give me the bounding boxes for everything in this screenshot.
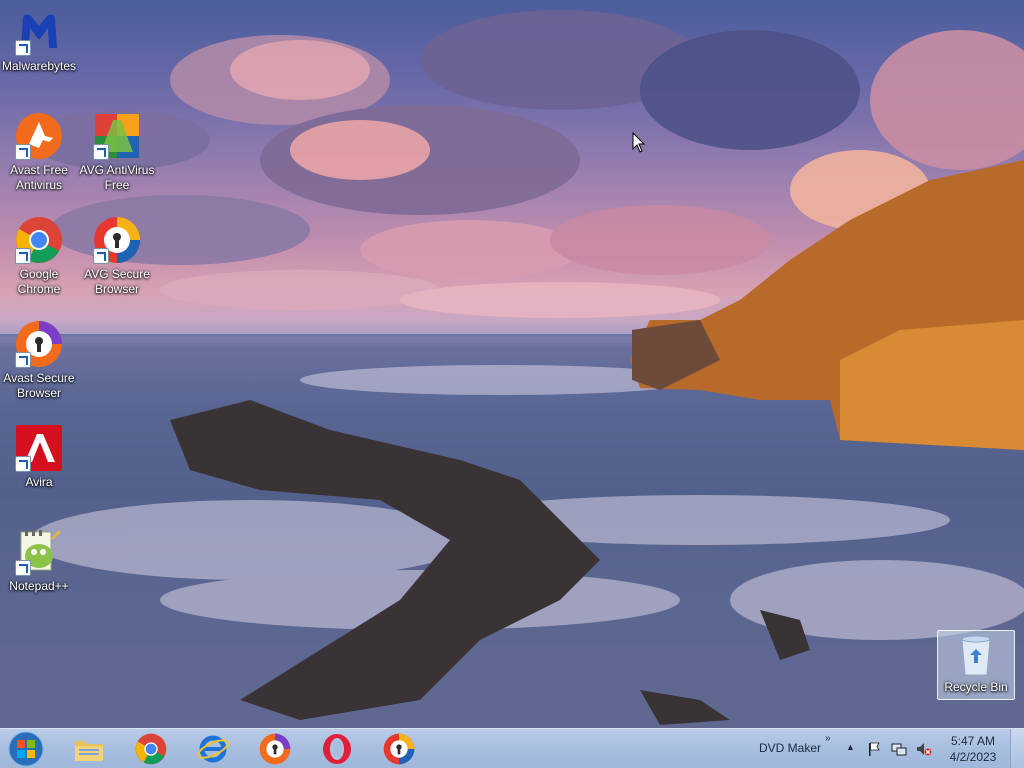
toolbar-chevron[interactable]: » bbox=[825, 733, 831, 744]
flag-icon[interactable] bbox=[866, 741, 882, 757]
show-desktop-button[interactable] bbox=[1010, 729, 1024, 768]
chrome-icon bbox=[135, 733, 167, 765]
desktop-icon-label: AVG Secure Browser bbox=[84, 267, 150, 296]
taskbar-avg-secure-browser[interactable] bbox=[374, 731, 424, 767]
avast-icon bbox=[15, 112, 63, 160]
desktop-icon-avg-antivirus-free[interactable]: AVG AntiVirus Free bbox=[78, 112, 156, 193]
notepadpp-icon bbox=[15, 528, 63, 576]
desktop-icon-notepadpp[interactable]: Notepad++ bbox=[0, 528, 78, 594]
desktop-icon-label: AVG AntiVirus Free bbox=[79, 163, 155, 192]
desktop-icon-avast-secure-browser[interactable]: Avast Secure Browser bbox=[0, 320, 78, 401]
network-icon[interactable] bbox=[891, 741, 907, 757]
taskbar-opera[interactable] bbox=[312, 731, 362, 767]
clock-time: 5:47 AM bbox=[950, 734, 996, 748]
taskbar: DVD Maker » ▲ 5:47 AM 4/2/2023 bbox=[0, 728, 1024, 768]
desktop-icon-label: Google Chrome bbox=[17, 267, 61, 296]
chrome-icon bbox=[15, 216, 63, 264]
tray-toolbar-dvd-maker[interactable]: DVD Maker bbox=[759, 741, 821, 755]
show-hidden-icons-button[interactable]: ▲ bbox=[846, 742, 855, 752]
desktop-icon-avg-secure-browser[interactable]: AVG Secure Browser bbox=[78, 216, 156, 297]
avg-secure-browser-icon bbox=[93, 216, 141, 264]
ie-icon bbox=[197, 735, 229, 763]
start-button[interactable] bbox=[6, 731, 46, 767]
clock-date: 4/2/2023 bbox=[949, 750, 997, 764]
desktop-icon-malwarebytes[interactable]: Malwarebytes bbox=[0, 8, 78, 74]
mouse-cursor bbox=[632, 131, 646, 159]
folder-icon bbox=[75, 741, 103, 761]
desktop-icon-label: Notepad++ bbox=[9, 579, 69, 593]
avg-secure-browser-icon bbox=[383, 733, 415, 765]
taskbar-internet-explorer[interactable] bbox=[188, 731, 238, 767]
malwarebytes-icon bbox=[15, 8, 63, 56]
taskbar-google-chrome[interactable] bbox=[126, 731, 176, 767]
volume-muted-icon[interactable] bbox=[916, 741, 932, 757]
desktop-icon-google-chrome[interactable]: Google Chrome bbox=[0, 216, 78, 297]
desktop-icon-recycle-bin[interactable]: Recycle Bin bbox=[937, 630, 1015, 700]
avast-secure-browser-icon bbox=[259, 733, 291, 765]
taskbar-avast-secure-browser[interactable] bbox=[250, 731, 300, 767]
desktop-wallpaper bbox=[0, 0, 1024, 728]
desktop-icon-label: Avast Secure Browser bbox=[3, 371, 75, 400]
opera-icon bbox=[323, 734, 351, 764]
taskbar-file-explorer[interactable] bbox=[64, 731, 114, 767]
desktop-icon-label: Recycle Bin bbox=[944, 680, 1008, 694]
desktop-icon-label: Malwarebytes bbox=[1, 59, 77, 73]
desktop-icon-avast-free-antivirus[interactable]: Avast Free Antivirus bbox=[0, 112, 78, 193]
system-clock[interactable]: 5:47 AM 4/2/2023 bbox=[944, 733, 1002, 765]
avira-icon bbox=[15, 424, 63, 472]
windows-start-icon bbox=[8, 731, 44, 767]
avast-secure-browser-icon bbox=[15, 320, 63, 368]
avg-icon bbox=[93, 112, 141, 160]
recycle-bin-icon bbox=[956, 633, 996, 677]
desktop-icon-label: Avira bbox=[25, 475, 53, 489]
desktop-icon-label: Avast Free Antivirus bbox=[10, 163, 68, 192]
recycle-bin-content: Recycle Bin bbox=[938, 633, 1014, 695]
desktop-icon-avira[interactable]: Avira bbox=[0, 424, 78, 490]
